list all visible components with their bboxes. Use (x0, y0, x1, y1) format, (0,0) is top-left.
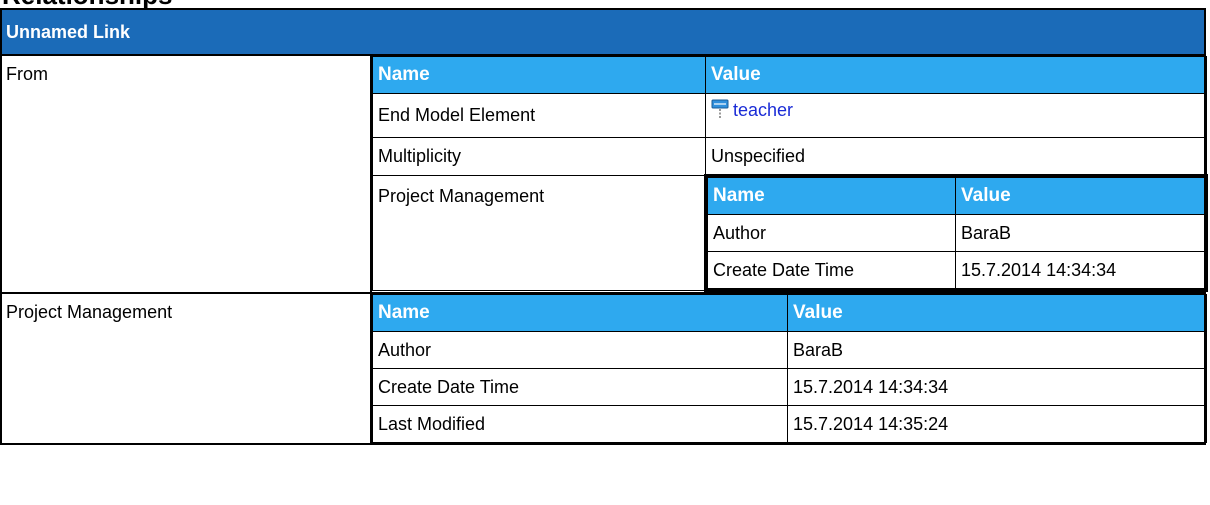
table-row: Multiplicity Unspecified (372, 137, 1207, 176)
create-date-time-value: 15.7.2014 14:34:34 (787, 368, 1207, 406)
create-date-time-label: Create Date Time (707, 251, 956, 289)
project-management-label: Project Management (0, 292, 372, 445)
table-row: Last Modified 15.7.2014 14:35:24 (372, 405, 1207, 443)
create-date-time-label: Create Date Time (372, 368, 788, 406)
table-row: End Model Element teacher (372, 93, 1207, 138)
from-project-management-cell: Name Value Author BaraB Create Date Time… (704, 174, 1208, 292)
project-management-table: Name Value Author BaraB Create Date Time… (372, 294, 1207, 443)
create-date-time-value: 15.7.2014 14:34:34 (955, 251, 1206, 289)
last-modified-label: Last Modified (372, 405, 788, 443)
teacher-link[interactable]: teacher (733, 100, 793, 120)
author-label: Author (707, 214, 956, 252)
from-column-headers: Name Value (372, 56, 1207, 94)
table-row: Project Management Name Value Author Bar… (372, 174, 1208, 292)
author-value: BaraB (955, 214, 1206, 252)
from-properties-table: Name Value End Model Element teacher Mul… (372, 56, 1208, 292)
from-properties-cell: Name Value End Model Element teacher Mul… (369, 54, 1208, 294)
project-management-row: Project Management Name Value Author Bar… (0, 292, 1207, 445)
value-column-header: Value (955, 177, 1206, 215)
cut-off-page-title: Relationships (0, 0, 1210, 8)
table-row: Create Date Time 15.7.2014 14:34:34 (372, 368, 1207, 406)
link-details-table: Unnamed Link From Name Value End Model E… (0, 8, 1208, 445)
from-project-management-table: Name Value Author BaraB Create Date Time… (707, 177, 1206, 289)
name-column-header: Name (372, 294, 788, 332)
from-pm-column-headers: Name Value (707, 177, 1206, 215)
from-row: From Name Value End Model Element teache… (0, 54, 1208, 294)
from-project-management-label: Project Management (372, 175, 706, 291)
author-value: BaraB (787, 331, 1207, 369)
header-row: Unnamed Link (0, 8, 1207, 56)
table-row: Author BaraB (372, 331, 1207, 369)
project-management-cell: Name Value Author BaraB Create Date Time… (369, 292, 1207, 445)
pm-column-headers: Name Value (372, 294, 1207, 332)
value-column-header: Value (705, 56, 1207, 94)
multiplicity-value: Unspecified (705, 137, 1207, 176)
end-model-element-label: End Model Element (372, 93, 706, 138)
class-element-icon (711, 99, 729, 119)
end-model-element-value: teacher (705, 93, 1207, 138)
author-label: Author (372, 331, 788, 369)
link-title: Unnamed Link (0, 8, 1207, 56)
from-label: From (0, 54, 372, 294)
table-row: Author BaraB (707, 214, 1206, 252)
value-column-header: Value (787, 294, 1207, 332)
table-row: Create Date Time 15.7.2014 14:34:34 (707, 251, 1206, 289)
name-column-header: Name (372, 56, 706, 94)
last-modified-value: 15.7.2014 14:35:24 (787, 405, 1207, 443)
multiplicity-label: Multiplicity (372, 137, 706, 176)
name-column-header: Name (707, 177, 956, 215)
